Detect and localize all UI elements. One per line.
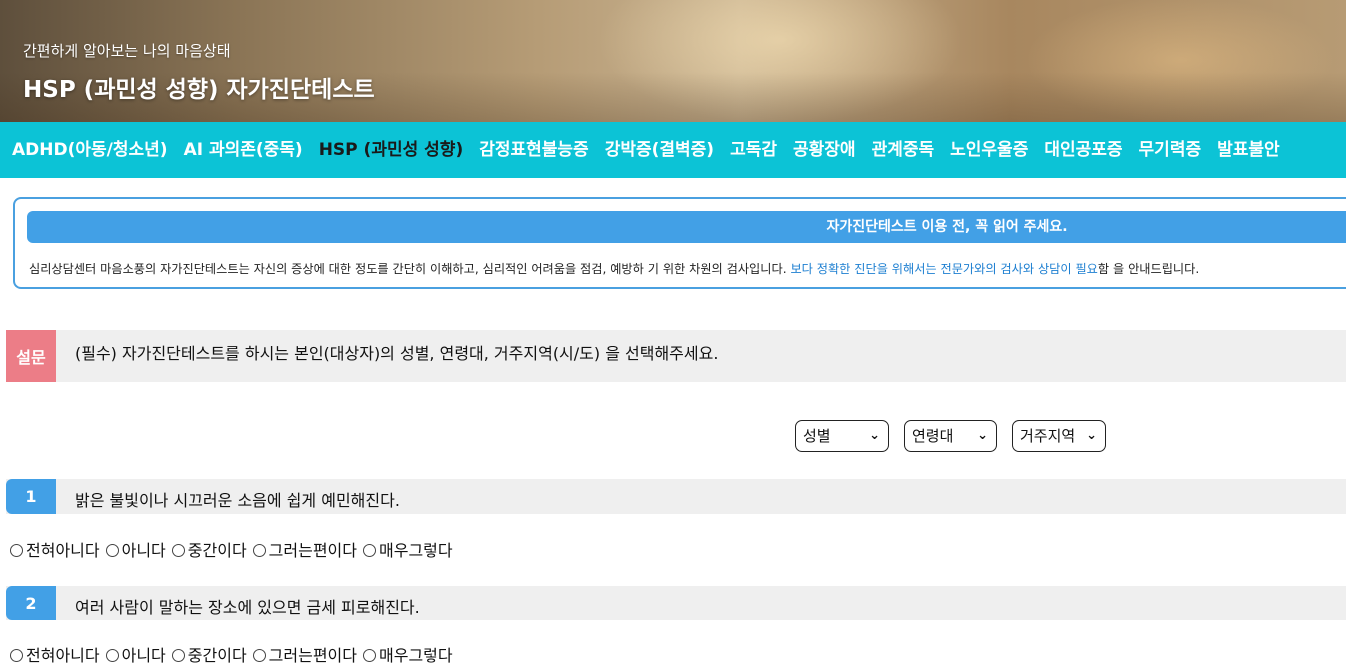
answer-option[interactable]: 매우그렇다 (363, 642, 453, 666)
answer-option-label: 매우그렇다 (379, 646, 453, 665)
question-text-2: 여러 사람이 말하는 장소에 있으면 금세 피로해진다. (75, 598, 420, 617)
answer-option[interactable]: 아니다 (105, 642, 166, 666)
question-row-1: 1 밝은 불빛이나 시끄러운 소음에 쉽게 예민해진다. (6, 479, 1346, 514)
notice-box: 자가진단테스트 이용 전, 꼭 읽어 주세요. 심리상담센터 마음소풍의 자가진… (13, 197, 1346, 289)
test-category-nav: ADHD(아동/청소년) AI 과의존(중독) HSP (과민성 성향) 감정표현불능… (0, 122, 1346, 178)
nav-item-hsp[interactable]: HSP (과민성 성향) (311, 122, 472, 178)
nav-item-speech-anxiety[interactable]: 발표불안 (1209, 122, 1288, 178)
survey-question-row: 설문 (필수) 자가진단테스트를 하시는 본인(대상자)의 성별, 연령대, 거… (6, 330, 1346, 382)
answer-option[interactable]: 아니다 (105, 537, 166, 561)
age-select-value: 연령대 (912, 427, 954, 445)
radio-button[interactable] (363, 649, 376, 662)
survey-question-text: (필수) 자가진단테스트를 하시는 본인(대상자)의 성별, 연령대, 거주지역… (75, 344, 719, 363)
notice-highlight: 보다 정확한 진단을 위해서는 전문가와의 검사와 상담이 필요 (790, 262, 1098, 276)
radio-button[interactable] (105, 544, 119, 557)
answer-options-2: 전혀아니다 아니다 중간이다 그러는편이다 매우그렇다 (10, 642, 459, 666)
region-select[interactable]: 거주지역 ⌄ (1012, 420, 1106, 452)
answer-option-label: 아니다 (121, 646, 166, 665)
answer-option[interactable]: 그러는편이다 (252, 537, 357, 561)
radio-button[interactable] (10, 544, 23, 557)
answer-option-label: 매우그렇다 (379, 541, 453, 560)
chevron-down-icon: ⌄ (869, 428, 880, 443)
radio-button[interactable] (171, 649, 185, 662)
answer-option[interactable]: 중간이다 (171, 642, 247, 666)
nav-item-lethargy[interactable]: 무기력증 (1131, 122, 1210, 178)
nav-item-loneliness[interactable]: 고독감 (722, 122, 785, 178)
notice-heading: 자가진단테스트 이용 전, 꼭 읽어 주세요. (27, 211, 1346, 243)
answer-option[interactable]: 전혀아니다 (10, 642, 100, 666)
question-number-1: 1 (6, 479, 56, 514)
nav-item-panic[interactable]: 공황장애 (785, 122, 864, 178)
hero-subtitle: 간편하게 알아보는 나의 마음상태 (23, 42, 231, 60)
radio-button[interactable] (105, 649, 119, 662)
nav-item-adhd[interactable]: ADHD(아동/청소년) (0, 122, 176, 178)
page-title: HSP (과민성 성향) 자가진단테스트 (23, 77, 375, 103)
nav-item-elderly-depression[interactable]: 노인우울증 (942, 122, 1036, 178)
notice-text-main: 심리상담센터 마음소풍의 자가진단테스트는 자신의 증상에 대한 정도를 간단히… (29, 262, 791, 276)
answer-option-label: 중간이다 (187, 646, 247, 665)
question-row-2: 2 여러 사람이 말하는 장소에 있으면 금세 피로해진다. (6, 586, 1346, 620)
notice-text: 심리상담센터 마음소풍의 자가진단테스트는 자신의 증상에 대한 정도를 간단히… (29, 259, 1199, 277)
question-number-2: 2 (6, 586, 56, 620)
age-select[interactable]: 연령대 ⌄ (904, 420, 997, 452)
gender-select[interactable]: 성별 ⌄ (795, 420, 889, 452)
answer-option[interactable]: 중간이다 (171, 537, 247, 561)
answer-option[interactable]: 매우그렇다 (363, 537, 453, 561)
radio-button[interactable] (252, 649, 266, 662)
radio-button[interactable] (171, 544, 185, 557)
answer-option-label: 전혀아니다 (26, 646, 100, 665)
region-select-value: 거주지역 (1020, 427, 1076, 445)
radio-button[interactable] (363, 544, 376, 557)
answer-option-label: 전혀아니다 (26, 541, 100, 560)
answer-option-label: 아니다 (121, 541, 166, 560)
answer-option[interactable]: 그러는편이다 (252, 642, 357, 666)
radio-button[interactable] (10, 649, 23, 662)
chevron-down-icon: ⌄ (977, 428, 988, 443)
survey-badge: 설문 (6, 330, 56, 382)
notice-text-end: 함 을 안내드립니다. (1097, 262, 1200, 276)
chevron-down-icon: ⌄ (1086, 428, 1097, 443)
answer-option-label: 그러는편이다 (268, 541, 357, 560)
gender-select-value: 성별 (803, 427, 831, 445)
nav-item-ai-dependence[interactable]: AI 과의존(중독) (176, 122, 311, 178)
radio-button[interactable] (252, 544, 266, 557)
answer-option[interactable]: 전혀아니다 (10, 537, 100, 561)
hero-banner: 간편하게 알아보는 나의 마음상태 HSP (과민성 성향) 자가진단테스트 (0, 0, 1346, 122)
nav-item-ocd[interactable]: 강박증(결벽증) (597, 122, 722, 178)
answer-option-label: 중간이다 (187, 541, 247, 560)
question-text-1: 밝은 불빛이나 시끄러운 소음에 쉽게 예민해진다. (75, 491, 400, 510)
answer-options-1: 전혀아니다 아니다 중간이다 그러는편이다 매우그렇다 (10, 537, 459, 561)
answer-option-label: 그러는편이다 (268, 646, 357, 665)
nav-item-relationship-addiction[interactable]: 관계중독 (864, 122, 943, 178)
nav-item-social-phobia[interactable]: 대인공포증 (1036, 122, 1130, 178)
nav-item-alexithymia[interactable]: 감정표현불능증 (471, 122, 596, 178)
